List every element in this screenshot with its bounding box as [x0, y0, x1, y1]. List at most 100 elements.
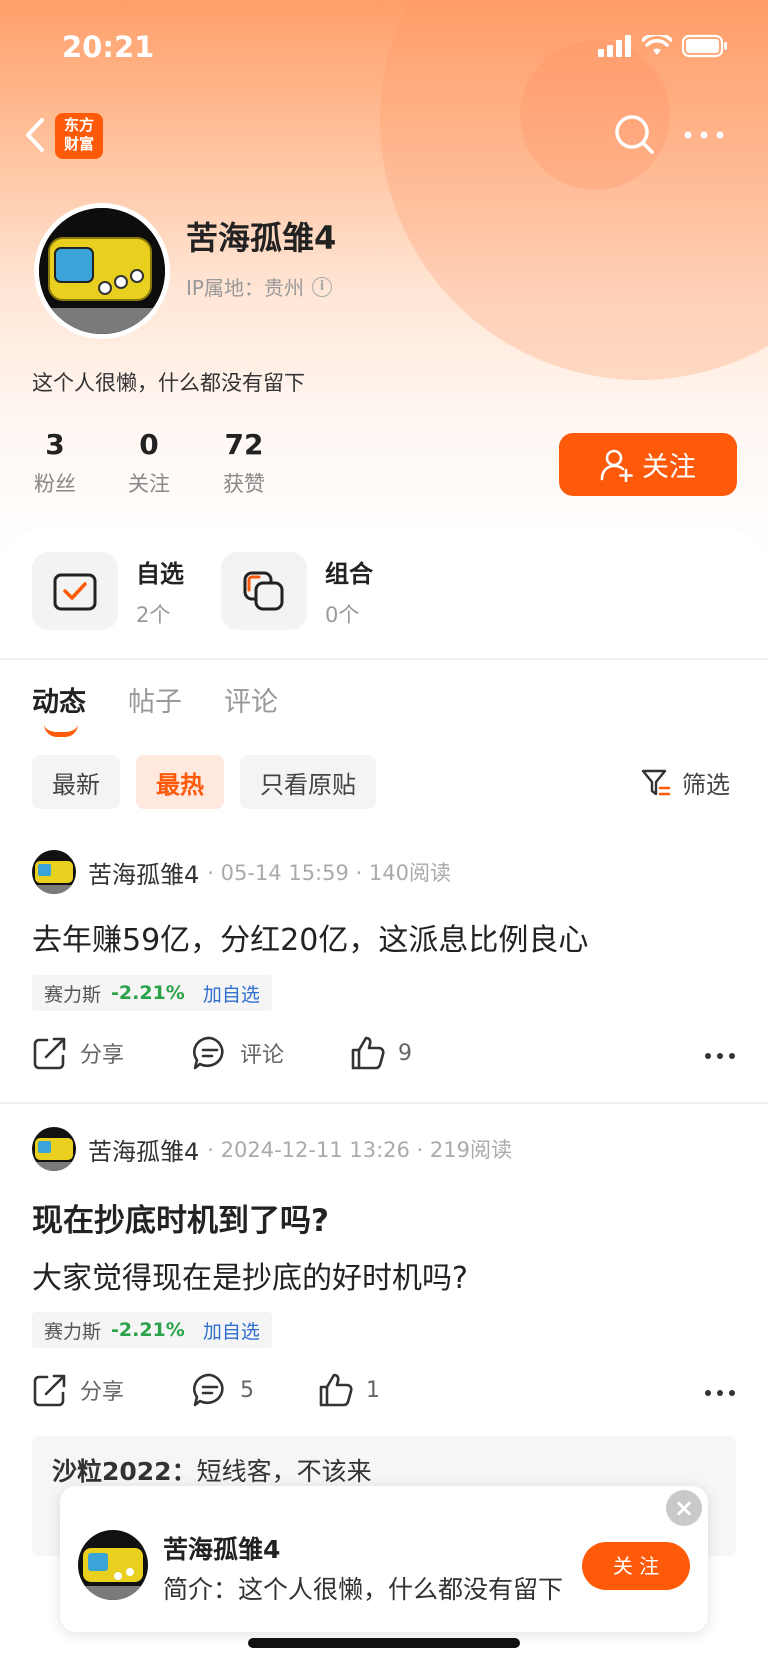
filter-button-label: 筛选: [682, 771, 730, 799]
filter-hottest[interactable]: 最热: [136, 755, 224, 809]
like-action[interactable]: 1: [318, 1372, 380, 1408]
stock-name: 赛力斯: [44, 983, 102, 1006]
comment-action[interactable]: 5: [192, 1372, 254, 1408]
search-button[interactable]: [612, 112, 658, 158]
popup-bio: 简介：这个人很懒，什么都没有留下: [163, 1575, 564, 1604]
bus-avatar-image: [32, 861, 76, 894]
stock-tag[interactable]: 赛力斯 -2.21% 加自选: [32, 1312, 272, 1348]
checkbox-icon: [53, 573, 97, 611]
filter-button[interactable]: 筛选: [640, 765, 730, 800]
post-body[interactable]: 去年赚59亿，分红20亿，这派息比例良心: [32, 915, 588, 959]
brand-logo-line2: 财富: [63, 135, 94, 153]
follow-button[interactable]: 关注: [559, 433, 737, 496]
back-button[interactable]: [18, 114, 54, 156]
brand-logo: 东方 财富: [55, 113, 103, 159]
quick-portfolio[interactable]: 组合 0个: [221, 552, 373, 630]
stat-likes[interactable]: 72 获赞: [220, 428, 268, 498]
post-author[interactable]: 苦海孤雏4: [88, 855, 199, 890]
home-indicator: [248, 1638, 520, 1648]
comment-action[interactable]: 评论: [192, 1035, 284, 1071]
profile-name: 苦海孤雏4: [186, 219, 337, 257]
post-title[interactable]: 现在抄底时机到了吗?: [32, 1195, 329, 1240]
filter-latest[interactable]: 最新: [32, 755, 120, 809]
quick-watchlist[interactable]: 自选 2个: [32, 552, 184, 630]
thumbs-up-icon: [319, 1373, 353, 1407]
follow-button-label: 关注: [642, 452, 696, 483]
chevron-left-icon: [26, 118, 44, 152]
tab-posts[interactable]: 帖子: [128, 680, 182, 719]
share-action[interactable]: 分享: [32, 1372, 124, 1408]
post-actions: 分享 评论 9: [32, 1035, 736, 1085]
author-avatar[interactable]: [32, 850, 76, 894]
comment-user[interactable]: 沙粒2022：: [52, 1457, 197, 1486]
post-meta: · 05-14 15:59 · 140阅读: [207, 861, 451, 885]
popup-avatar[interactable]: [78, 1530, 148, 1600]
post-body[interactable]: 大家觉得现在是抄底的好时机吗?: [32, 1253, 468, 1297]
add-user-icon: [600, 449, 633, 482]
share-icon: [33, 1037, 66, 1070]
post-meta: · 2024-12-11 13:26 · 219阅读: [207, 1138, 512, 1162]
popup-follow-button[interactable]: 关 注: [582, 1542, 690, 1590]
add-to-watchlist-link[interactable]: 加自选: [203, 1317, 260, 1344]
signal-icon: [598, 35, 631, 57]
ip-location-text: IP属地：贵州: [186, 276, 304, 300]
info-icon[interactable]: i: [311, 276, 332, 297]
more-button[interactable]: [680, 112, 728, 158]
bus-avatar-image: [32, 1138, 76, 1171]
comment-text: 短线客，不该来: [196, 1457, 372, 1486]
author-avatar[interactable]: [32, 1127, 76, 1171]
stacked-squares-icon: [243, 571, 284, 611]
stat-label: 获赞: [223, 472, 265, 496]
share-action[interactable]: 分享: [32, 1035, 124, 1071]
like-action[interactable]: 9: [350, 1035, 412, 1071]
quick-title: 组合: [325, 559, 373, 588]
popup-close-button[interactable]: ×: [666, 1490, 702, 1526]
comment-count: 5: [240, 1377, 254, 1403]
profile-bio: 这个人很懒，什么都没有留下: [32, 371, 305, 395]
stat-value: 0: [139, 428, 159, 461]
quick-watchlist-text: 自选 2个: [136, 554, 184, 629]
bus-avatar-image: [39, 208, 165, 334]
add-to-watchlist-link[interactable]: 加自选: [203, 980, 260, 1007]
share-label: 分享: [80, 1380, 125, 1405]
status-bar: 20:21: [0, 0, 768, 100]
quick-count: 0个: [325, 602, 360, 627]
like-count: 9: [398, 1040, 412, 1066]
quick-count: 2个: [136, 602, 171, 627]
more-horizontal-icon: [684, 131, 724, 139]
profile-avatar[interactable]: [34, 203, 170, 339]
section-divider: [0, 658, 768, 660]
post-more-button[interactable]: [704, 1047, 736, 1066]
comment-icon: [193, 1373, 224, 1407]
comment-label: 评论: [240, 1043, 285, 1068]
more-horizontal-icon: [705, 1053, 735, 1059]
quick-title: 自选: [136, 559, 184, 588]
tab-comments[interactable]: 评论: [224, 680, 278, 719]
stat-followers[interactable]: 3 粉丝: [32, 428, 78, 498]
post-header: 苦海孤雏4 · 2024-12-11 13:26 · 219阅读: [32, 1127, 512, 1171]
share-label: 分享: [80, 1043, 125, 1068]
bus-avatar-image: [78, 1548, 148, 1600]
stat-label: 关注: [128, 472, 170, 496]
stat-value: 3: [45, 428, 65, 461]
post-header: 苦海孤雏4 · 05-14 15:59 · 140阅读: [32, 850, 451, 894]
post-author[interactable]: 苦海孤雏4: [88, 1132, 199, 1167]
portfolio-tile: [221, 552, 307, 630]
more-horizontal-icon: [705, 1390, 735, 1396]
filter-original-only[interactable]: 只看原贴: [240, 755, 376, 809]
post-divider: [0, 1102, 768, 1104]
top-navigation: 东方 财富: [0, 100, 768, 170]
thumbs-up-icon: [351, 1036, 385, 1070]
stock-change: -2.21%: [111, 1319, 185, 1341]
battery-icon: [682, 34, 727, 58]
search-icon: [615, 115, 654, 154]
post-more-button[interactable]: [704, 1384, 736, 1403]
stock-tag[interactable]: 赛力斯 -2.21% 加自选: [32, 975, 272, 1011]
stat-following[interactable]: 0 关注: [126, 428, 172, 498]
tab-activity[interactable]: 动态: [32, 680, 86, 737]
status-icons: [598, 34, 728, 58]
popup-name: 苦海孤雏4: [163, 1535, 281, 1564]
watchlist-tile: [32, 552, 118, 630]
sort-filters: 最新 最热 只看原贴: [32, 755, 376, 809]
close-icon: ×: [673, 1494, 695, 1522]
